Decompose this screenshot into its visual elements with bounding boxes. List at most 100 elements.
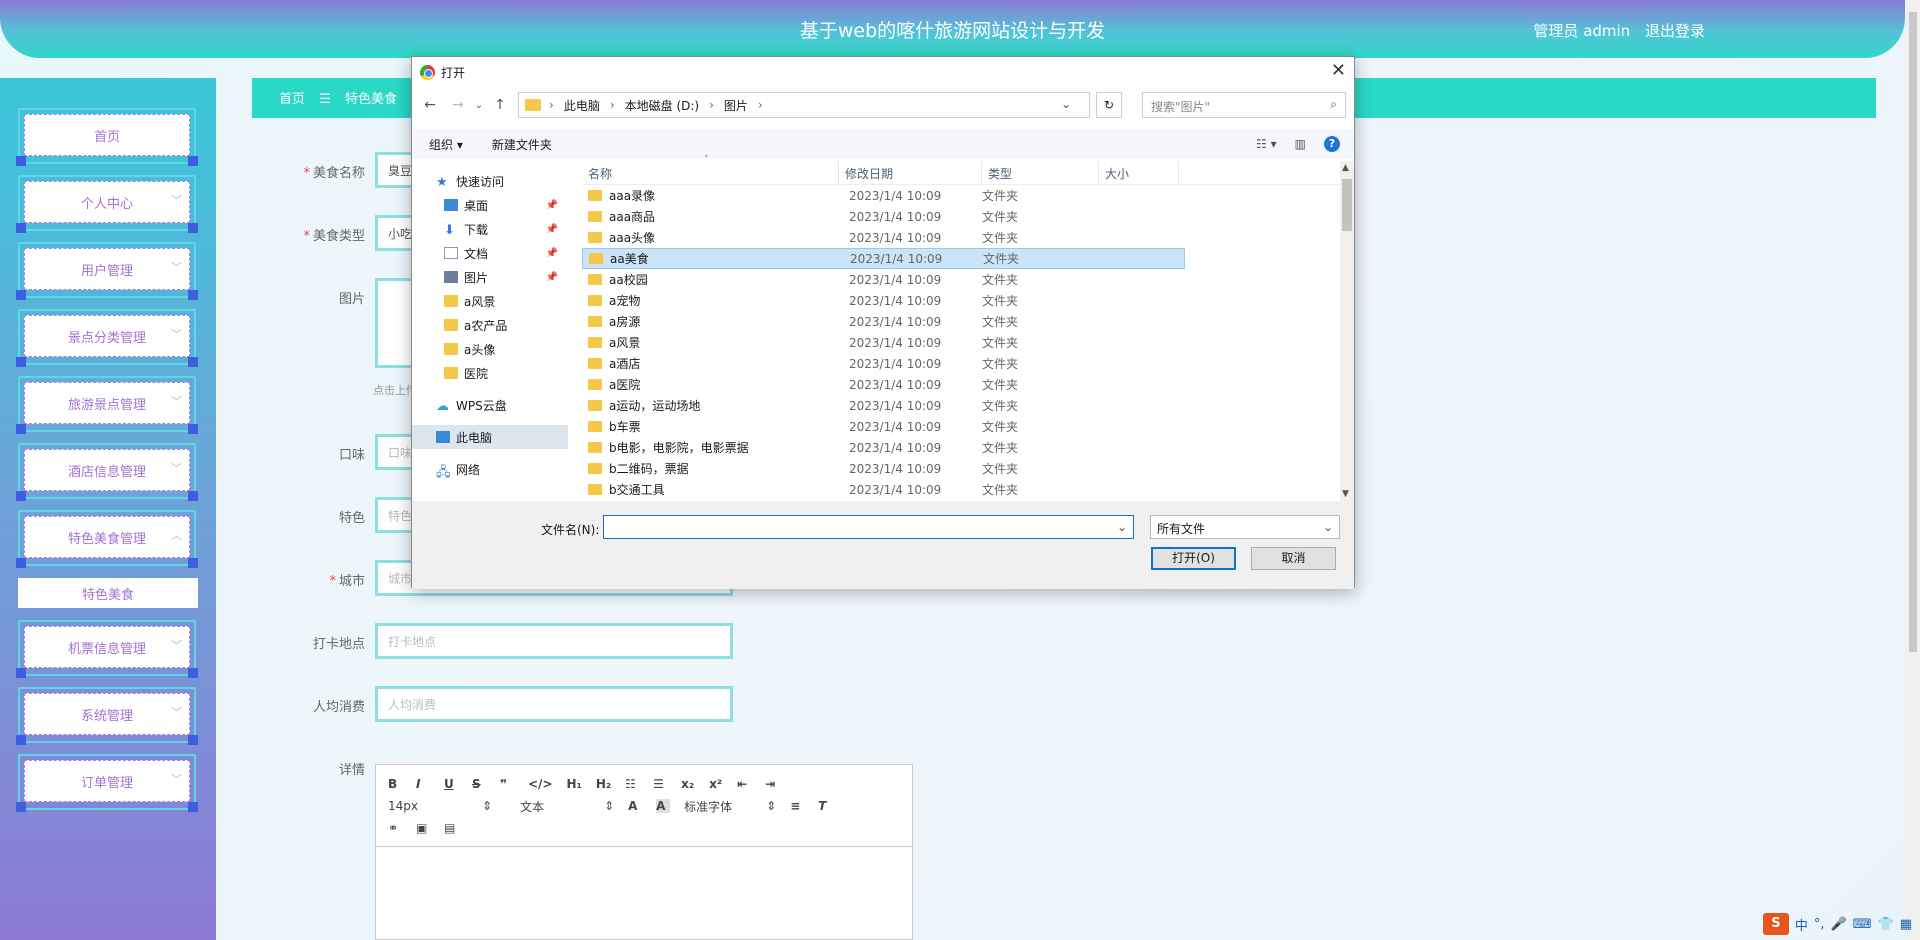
checkin-spot-input[interactable]: 打卡地点 <box>375 623 733 659</box>
open-button[interactable]: 打开(O) <box>1151 547 1236 570</box>
close-icon[interactable]: ✕ <box>1331 60 1346 81</box>
clear-format-icon[interactable]: T <box>818 799 832 813</box>
tree-item-downloads[interactable]: ⬇ 下载 📌 <box>412 217 568 241</box>
file-row[interactable]: b车票 2023/1/4 10:09 文件夹 <box>582 416 1340 437</box>
tree-item-folder[interactable]: 医院 <box>412 361 568 385</box>
column-type[interactable]: 类型 <box>982 161 1099 184</box>
new-folder-button[interactable]: 新建文件夹 <box>492 136 552 153</box>
tree-item-documents[interactable]: 文档 📌 <box>412 241 568 265</box>
path-segment[interactable]: 本地磁盘 (D:) <box>625 97 699 114</box>
help-icon[interactable]: ? <box>1324 136 1340 152</box>
sogou-ime-icon[interactable]: S <box>1762 913 1789 935</box>
avg-cost-input[interactable]: 人均消费 <box>375 686 733 722</box>
image-icon[interactable]: ▣ <box>416 821 430 835</box>
tree-item-folder[interactable]: a风景 <box>412 289 568 313</box>
file-row[interactable]: aaa录像 2023/1/4 10:09 文件夹 <box>582 185 1340 206</box>
preview-pane-icon[interactable]: ▥ <box>1295 137 1306 151</box>
logout-link[interactable]: 退出登录 <box>1645 22 1705 40</box>
punctuation-icon[interactable]: °, <box>1814 917 1825 932</box>
file-row[interactable]: a宠物 2023/1/4 10:09 文件夹 <box>582 290 1340 311</box>
italic-icon[interactable]: I <box>416 777 430 791</box>
skin-icon[interactable]: 👕 <box>1878 917 1894 932</box>
file-row[interactable]: a运动，运动场地 2023/1/4 10:09 文件夹 <box>582 395 1340 416</box>
scroll-up-icon[interactable]: ▲ <box>1342 163 1349 173</box>
path-segment[interactable]: 图片 <box>724 97 748 114</box>
heading1-icon[interactable]: H₁ <box>567 777 582 791</box>
tree-item-pictures[interactable]: 图片 📌 <box>412 265 568 289</box>
microphone-icon[interactable]: 🎤 <box>1831 917 1847 932</box>
breadcrumb-home[interactable]: 首页 <box>279 92 305 107</box>
bullet-list-icon[interactable]: ☰ <box>653 777 667 791</box>
heading2-icon[interactable]: H₂ <box>596 777 611 791</box>
filetype-select[interactable]: 所有文件 ⌄ <box>1150 515 1340 539</box>
sidebar-subitem-food[interactable]: 特色美食 <box>18 578 198 608</box>
address-bar[interactable]: › 此电脑 › 本地磁盘 (D:) › 图片 › ⌄ <box>518 92 1090 118</box>
tree-item-desktop[interactable]: 桌面 📌 <box>412 193 568 217</box>
background-color-icon[interactable]: A <box>656 799 671 813</box>
tree-item-wps-cloud[interactable]: ☁ WPS云盘 <box>412 393 568 417</box>
align-icon[interactable]: ≡ <box>790 799 804 813</box>
file-row[interactable]: a医院 2023/1/4 10:09 文件夹 <box>582 374 1340 395</box>
file-row[interactable]: a风景 2023/1/4 10:09 文件夹 <box>582 332 1340 353</box>
file-row[interactable]: a酒店 2023/1/4 10:09 文件夹 <box>582 353 1340 374</box>
keyboard-icon[interactable]: ⌨ <box>1853 917 1872 932</box>
file-row[interactable]: b交通工具 2023/1/4 10:09 文件夹 <box>582 479 1340 500</box>
code-icon[interactable]: </> <box>528 777 553 791</box>
sidebar-item-hotels[interactable]: 酒店信息管理 ﹀ <box>16 443 198 501</box>
search-input[interactable]: 搜索"图片" ⌕ <box>1142 92 1346 118</box>
link-icon[interactable]: ⚭ <box>388 821 402 835</box>
chevron-down-icon[interactable]: ⌄ <box>1117 520 1127 534</box>
ordered-list-icon[interactable]: ☷ <box>625 777 639 791</box>
path-segment[interactable]: 此电脑 <box>564 97 600 114</box>
file-row[interactable]: b二维码，票据 2023/1/4 10:09 文件夹 <box>582 458 1340 479</box>
file-row[interactable]: aaa商品 2023/1/4 10:09 文件夹 <box>582 206 1340 227</box>
superscript-icon[interactable]: x² <box>709 777 723 791</box>
ime-mode-label[interactable]: 中 <box>1795 915 1808 934</box>
strikethrough-icon[interactable]: S <box>472 777 486 791</box>
file-row[interactable]: aa校园 2023/1/4 10:09 文件夹 <box>582 269 1340 290</box>
file-list-scrollbar[interactable]: ▲ ▼ <box>1340 161 1354 501</box>
back-arrow-icon[interactable]: ← <box>416 97 444 113</box>
file-row[interactable]: b电影，电影院，电影票据 2023/1/4 10:09 文件夹 <box>582 437 1340 458</box>
tree-item-network[interactable]: 🖧 网络 <box>412 457 568 481</box>
sidebar-item-home[interactable]: 首页 <box>16 108 198 166</box>
subscript-icon[interactable]: x₂ <box>681 777 695 791</box>
sidebar-item-spots[interactable]: 旅游景点管理 ﹀ <box>16 376 198 434</box>
tree-item-folder[interactable]: a农产品 <box>412 313 568 337</box>
font-family-select[interactable]: 标准字体 <box>684 798 732 815</box>
page-scrollbar[interactable] <box>1906 0 1920 940</box>
refresh-icon[interactable]: ↻ <box>1096 92 1122 118</box>
file-row[interactable]: a房源 2023/1/4 10:09 文件夹 <box>582 311 1340 332</box>
sidebar-item-system[interactable]: 系统管理 ﹀ <box>16 687 198 745</box>
outdent-icon[interactable]: ⇤ <box>737 777 751 791</box>
tree-item-this-pc[interactable]: 此电脑 <box>412 425 568 449</box>
column-date[interactable]: 修改日期 <box>839 161 982 184</box>
view-options-icon[interactable]: ☷ ▾ <box>1256 137 1277 151</box>
video-icon[interactable]: ▤ <box>444 821 458 835</box>
scroll-thumb[interactable] <box>1909 12 1917 652</box>
file-row[interactable]: aaa头像 2023/1/4 10:09 文件夹 <box>582 227 1340 248</box>
sidebar-item-profile[interactable]: 个人中心 ﹀ <box>16 175 198 233</box>
rich-text-editor[interactable]: B I U S ❞ </> H₁ H₂ ☷ ☰ x₂ x² ⇤ ⇥ 14px ⇕ … <box>375 764 913 940</box>
history-dropdown-icon[interactable]: ⌄ <box>472 100 486 111</box>
sidebar-item-spot-category[interactable]: 景点分类管理 ﹀ <box>16 309 198 367</box>
sidebar-item-orders[interactable]: 订单管理 ﹀ <box>16 754 198 812</box>
scroll-down-icon[interactable]: ▼ <box>1342 489 1349 499</box>
organize-button[interactable]: 组织 ▾ <box>429 136 463 153</box>
tree-item-folder[interactable]: a头像 <box>412 337 568 361</box>
text-type-select[interactable]: 文本 <box>520 798 544 815</box>
forward-arrow-icon[interactable]: → <box>444 97 472 113</box>
underline-icon[interactable]: U <box>444 777 458 791</box>
sidebar-item-food[interactable]: 特色美食管理 ︿ <box>16 510 198 568</box>
grid-menu-icon[interactable]: ▦ <box>1900 917 1912 932</box>
file-row[interactable]: aa美食 2023/1/4 10:09 文件夹 <box>582 248 1185 269</box>
column-name[interactable]: 名称 <box>582 161 839 184</box>
sidebar-item-users[interactable]: 用户管理 ﹀ <box>16 242 198 300</box>
column-size[interactable]: 大小 <box>1099 161 1179 184</box>
tree-item-quick-access[interactable]: ★ 快速访问 <box>412 169 568 193</box>
font-color-icon[interactable]: A <box>628 799 642 813</box>
cancel-button[interactable]: 取消 <box>1251 547 1336 570</box>
sidebar-item-flights[interactable]: 机票信息管理 ﹀ <box>16 620 198 678</box>
filename-input[interactable]: ⌄ <box>603 515 1134 539</box>
indent-icon[interactable]: ⇥ <box>765 777 779 791</box>
